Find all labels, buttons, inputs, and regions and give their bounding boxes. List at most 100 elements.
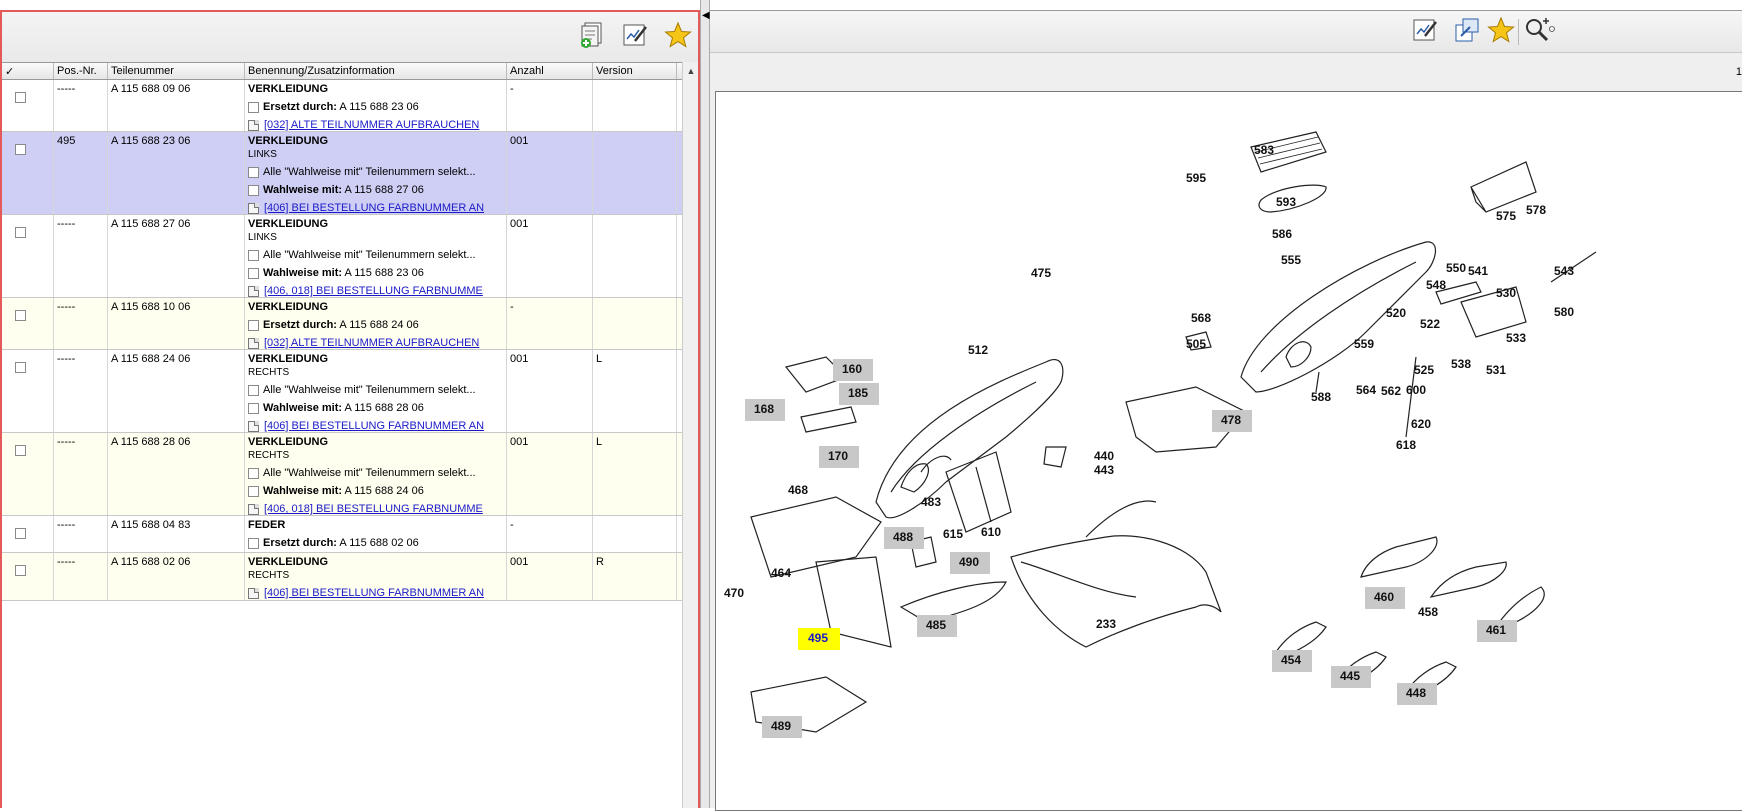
callout-233[interactable]: 233 — [1096, 617, 1116, 631]
column-header-quantity[interactable]: Anzahl — [507, 63, 593, 79]
callout-525[interactable]: 525 — [1414, 363, 1434, 377]
callout-505[interactable]: 505 — [1186, 337, 1206, 351]
callout-485[interactable]: 485 — [917, 615, 957, 637]
callout-468[interactable]: 468 — [788, 483, 808, 497]
callout-562[interactable]: 562 — [1381, 384, 1401, 398]
callout-600[interactable]: 600 — [1406, 383, 1426, 397]
callout-475[interactable]: 475 — [1031, 266, 1051, 280]
option-checkbox[interactable] — [248, 166, 259, 178]
scroll-up-arrow-icon[interactable]: ▲ — [683, 62, 699, 80]
callout-160[interactable]: 160 — [833, 359, 873, 381]
option-checkbox[interactable] — [248, 402, 259, 414]
callout-559[interactable]: 559 — [1354, 337, 1374, 351]
callout-489[interactable]: 489 — [762, 716, 802, 738]
footnote-link[interactable]: [032] ALTE TEILNUMMER AUFBRAUCHEN — [264, 337, 479, 349]
callout-618[interactable]: 618 — [1396, 438, 1416, 452]
option-checkbox[interactable] — [248, 467, 259, 479]
callout-538[interactable]: 538 — [1451, 357, 1471, 371]
row-checkbox[interactable] — [15, 565, 26, 576]
column-header-description[interactable]: Benennung/Zusatzinformation — [245, 63, 507, 79]
callout-531[interactable]: 531 — [1486, 363, 1506, 377]
table-row[interactable]: 495 A 115 688 23 06 VERKLEIDUNG LINKS Alle "… — [2, 132, 684, 215]
footnote-link[interactable]: [406] BEI BESTELLUNG FARBNUMMER AN — [264, 420, 484, 432]
callout-448[interactable]: 448 — [1397, 683, 1437, 705]
option-checkbox[interactable] — [248, 101, 259, 113]
callout-520[interactable]: 520 — [1386, 306, 1406, 320]
callout-490[interactable]: 490 — [950, 552, 990, 574]
notes-edit-icon[interactable] — [1410, 15, 1440, 45]
callout-548[interactable]: 548 — [1426, 278, 1446, 292]
callout-440[interactable]: 440 — [1094, 449, 1114, 463]
callout-512[interactable]: 512 — [968, 343, 988, 357]
callout-610[interactable]: 610 — [981, 525, 1001, 539]
pane-splitter[interactable]: ◀ — [700, 0, 710, 808]
open-new-window-icon[interactable] — [1452, 15, 1482, 45]
callout-170[interactable]: 170 — [819, 446, 859, 468]
callout-588[interactable]: 588 — [1311, 390, 1331, 404]
column-header-version[interactable]: Version — [593, 63, 677, 79]
option-checkbox[interactable] — [248, 249, 259, 261]
row-checkbox[interactable] — [15, 227, 26, 238]
option-checkbox[interactable] — [248, 537, 259, 549]
table-row[interactable]: ----- A 115 688 04 83 FEDER Ersetzt durch: … — [2, 516, 684, 553]
footnote-link[interactable]: [032] ALTE TEILNUMMER AUFBRAUCHEN — [264, 119, 479, 131]
callout-568[interactable]: 568 — [1191, 311, 1211, 325]
callout-595[interactable]: 595 — [1186, 171, 1206, 185]
callout-495[interactable]: 495 — [798, 628, 840, 650]
exploded-view-drawing[interactable]: 583 595 593 575 578 586 555 475 543 550 541 548 530 5… — [715, 91, 1742, 811]
notes-edit-icon[interactable] — [620, 20, 650, 50]
table-row[interactable]: ----- A 115 688 09 06 VERKLEIDUNG Ersetzt d… — [2, 80, 684, 132]
option-checkbox[interactable] — [248, 485, 259, 497]
row-checkbox[interactable] — [15, 144, 26, 155]
option-checkbox[interactable] — [248, 184, 259, 196]
callout-478[interactable]: 478 — [1212, 410, 1252, 432]
table-row[interactable]: ----- A 115 688 24 06 VERKLEIDUNG RECHTS All… — [2, 350, 684, 433]
callout-586[interactable]: 586 — [1272, 227, 1292, 241]
column-header-check[interactable]: ✓ — [2, 63, 54, 79]
callout-578[interactable]: 578 — [1526, 203, 1546, 217]
option-checkbox[interactable] — [248, 267, 259, 279]
callout-464[interactable]: 464 — [771, 566, 791, 580]
callout-445[interactable]: 445 — [1331, 666, 1371, 688]
callout-168[interactable]: 168 — [745, 399, 785, 421]
table-row[interactable]: ----- A 115 688 28 06 VERKLEIDUNG RECHTS All… — [2, 433, 684, 516]
row-checkbox[interactable] — [15, 445, 26, 456]
callout-460[interactable]: 460 — [1365, 587, 1405, 609]
callout-615[interactable]: 615 — [943, 527, 963, 541]
callout-470[interactable]: 470 — [724, 586, 744, 600]
callout-564[interactable]: 564 — [1356, 383, 1376, 397]
table-row[interactable]: ----- A 115 688 27 06 VERKLEIDUNG LINKS Alle… — [2, 215, 684, 298]
table-row[interactable]: ----- A 115 688 10 06 VERKLEIDUNG Ersetzt d… — [2, 298, 684, 350]
callout-185[interactable]: 185 — [839, 383, 879, 405]
footnote-link[interactable]: [406, 018] BEI BESTELLUNG FARBNUMME — [264, 503, 483, 515]
footnote-link[interactable]: [406] BEI BESTELLUNG FARBNUMMER AN — [264, 202, 484, 214]
callout-488[interactable]: 488 — [884, 527, 924, 549]
row-checkbox[interactable] — [15, 528, 26, 539]
callout-555[interactable]: 555 — [1281, 253, 1301, 267]
callout-543[interactable]: 543 — [1554, 264, 1574, 278]
callout-522[interactable]: 522 — [1420, 317, 1440, 331]
callout-575[interactable]: 575 — [1496, 209, 1516, 223]
row-checkbox[interactable] — [15, 310, 26, 321]
callout-458[interactable]: 458 — [1418, 605, 1438, 619]
add-to-list-icon[interactable] — [577, 20, 607, 50]
footnote-link[interactable]: [406] BEI BESTELLUNG FARBNUMMER AN — [264, 587, 484, 599]
callout-483[interactable]: 483 — [921, 495, 941, 509]
callout-443[interactable]: 443 — [1094, 463, 1114, 477]
footnote-link[interactable]: [406, 018] BEI BESTELLUNG FARBNUMME — [264, 285, 483, 297]
callout-593[interactable]: 593 — [1276, 195, 1296, 209]
callout-550[interactable]: 550 — [1446, 261, 1466, 275]
row-checkbox[interactable] — [15, 362, 26, 373]
zoom-out-icon[interactable] — [1548, 15, 1558, 45]
row-checkbox[interactable] — [15, 92, 26, 103]
column-header-part-number[interactable]: Teilenummer — [108, 63, 245, 79]
callout-533[interactable]: 533 — [1506, 331, 1526, 345]
vertical-scrollbar[interactable]: ▲ — [682, 62, 698, 808]
callout-530[interactable]: 530 — [1496, 286, 1516, 300]
favorite-star-icon[interactable] — [1486, 15, 1516, 45]
callout-541[interactable]: 541 — [1468, 264, 1488, 278]
option-checkbox[interactable] — [248, 319, 259, 331]
favorite-star-icon[interactable] — [663, 20, 693, 50]
callout-620[interactable]: 620 — [1411, 417, 1431, 431]
collapse-arrow-icon[interactable]: ◀ — [702, 10, 710, 21]
